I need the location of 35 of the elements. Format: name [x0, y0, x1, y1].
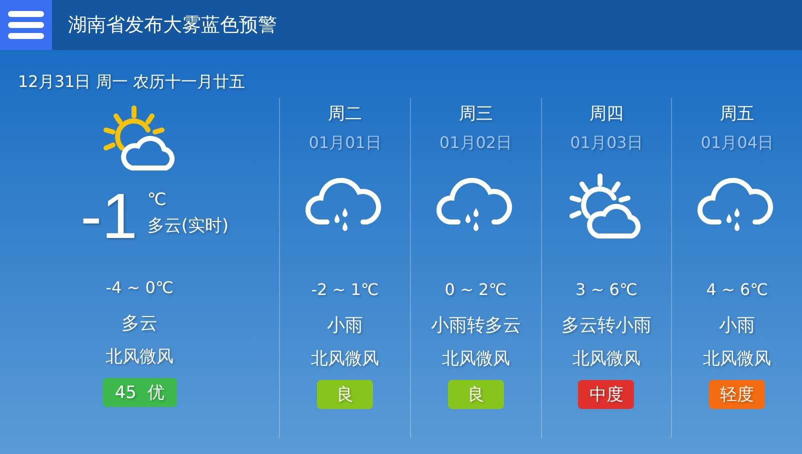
- wind-text: 北风微风: [703, 348, 772, 370]
- alert-title[interactable]: 湖南省发布大雾蓝色预警: [68, 12, 277, 38]
- weather-text: 多云: [122, 312, 158, 335]
- weekday-label: 周五: [720, 103, 754, 125]
- date-label: 01月03日: [570, 133, 643, 154]
- aqi-badge: 45 优: [102, 378, 177, 407]
- aqi-badge: 中度: [578, 380, 634, 409]
- menu-button[interactable]: [0, 0, 52, 50]
- wind-text: 北风微风: [442, 348, 510, 370]
- temperature-range: -4 ~ 0℃: [106, 278, 174, 297]
- aqi-badge: 良: [448, 380, 504, 409]
- weather-text: 小雨转多云: [430, 314, 521, 337]
- weather-text: 多云转小雨: [561, 314, 652, 337]
- temperature-range: 3 ~ 6℃: [576, 280, 638, 299]
- date-label: 01月04日: [700, 133, 774, 154]
- current-condition: 多云(实时): [147, 215, 229, 237]
- date-line: 12月31日 周一 农历十一月廿五: [17, 71, 246, 93]
- weekday-label: 周二: [328, 103, 362, 125]
- wind-text: 北风微风: [572, 348, 640, 370]
- aqi-badge: 良: [317, 380, 374, 409]
- weather-text: 小雨: [327, 314, 364, 337]
- weekday-label: 周四: [589, 103, 624, 125]
- wind-text: 北风微风: [106, 346, 174, 368]
- temperature-unit: ℃: [147, 190, 168, 210]
- temperature-range: 0 ~ 2℃: [444, 280, 507, 299]
- temperature-range: -2 ~ 1℃: [311, 280, 379, 299]
- menu-icon: [8, 9, 44, 41]
- wind-text: 北风微风: [311, 348, 380, 370]
- temperature-range: 4 ~ 6℃: [706, 280, 768, 299]
- aqi-badge: 轻度: [709, 380, 766, 409]
- date-label: 01月01日: [308, 133, 382, 154]
- weekday-label: 周三: [458, 103, 493, 125]
- current-temperature: -1: [80, 186, 138, 246]
- date-label: 01月02日: [439, 133, 512, 154]
- weather-text: 小雨: [719, 314, 756, 337]
